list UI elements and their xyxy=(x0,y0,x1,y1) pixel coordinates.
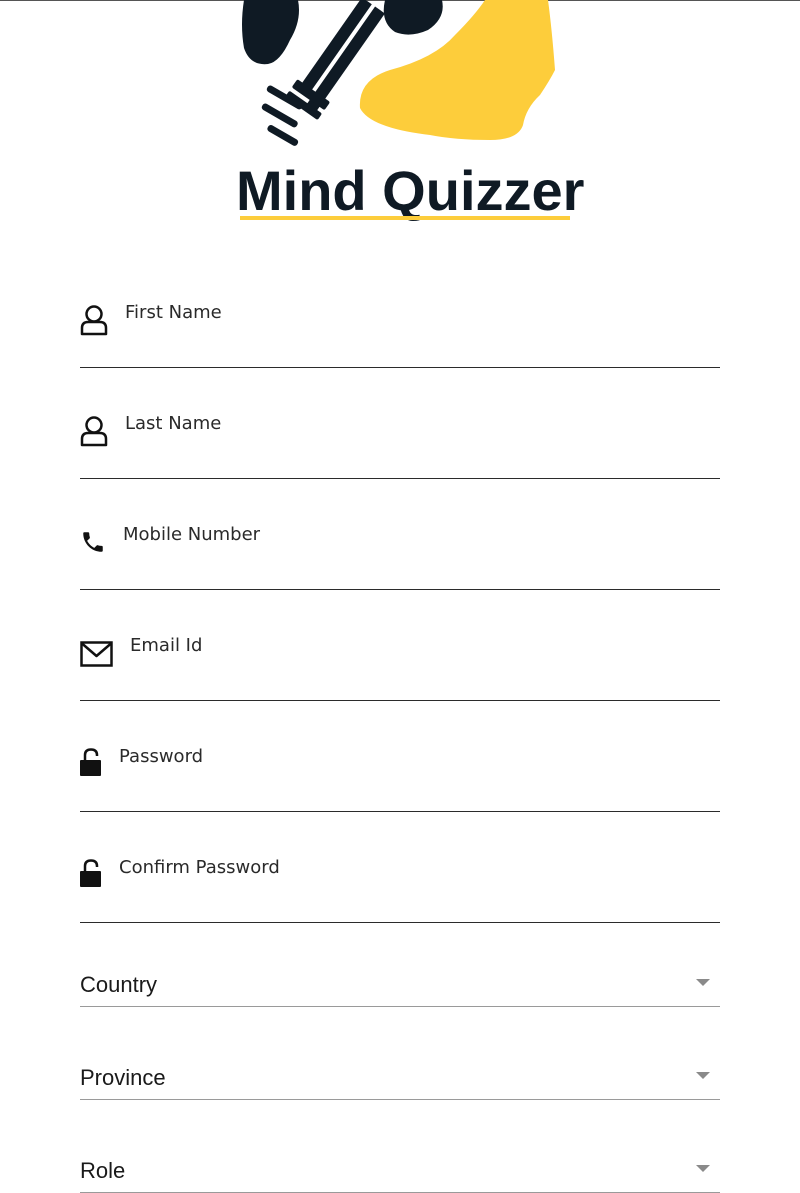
mobile-number-input[interactable] xyxy=(123,520,643,548)
unlock-icon xyxy=(80,748,102,776)
province-dropdown[interactable]: Province xyxy=(80,1050,720,1100)
password-field[interactable] xyxy=(80,702,720,812)
first-name-field[interactable] xyxy=(80,258,720,368)
user-icon xyxy=(80,415,108,447)
confirm-password-input[interactable] xyxy=(119,853,639,881)
mobile-number-field[interactable] xyxy=(80,480,720,590)
caret-down-icon xyxy=(696,1165,710,1172)
mind-quizzer-logo-icon: Mind Quizzer xyxy=(236,0,584,222)
phone-icon xyxy=(80,529,106,555)
role-dropdown[interactable]: Role xyxy=(80,1143,720,1193)
caret-down-icon xyxy=(696,979,710,986)
email-id-field[interactable] xyxy=(80,591,720,701)
mail-icon xyxy=(80,641,113,667)
unlock-icon xyxy=(80,859,102,887)
province-label: Province xyxy=(80,1065,166,1090)
confirm-password-field[interactable] xyxy=(80,813,720,923)
caret-down-icon xyxy=(696,1072,710,1079)
country-dropdown[interactable]: Country xyxy=(80,957,720,1007)
user-icon xyxy=(80,304,108,336)
email-id-input[interactable] xyxy=(130,631,650,659)
password-input[interactable] xyxy=(119,742,639,770)
country-label: Country xyxy=(80,972,158,997)
app-logo: Mind Quizzer xyxy=(230,0,600,230)
last-name-input[interactable] xyxy=(125,409,645,437)
app-name: Mind Quizzer xyxy=(236,159,584,222)
role-label: Role xyxy=(80,1158,126,1183)
last-name-field[interactable] xyxy=(80,369,720,479)
first-name-input[interactable] xyxy=(125,298,645,326)
